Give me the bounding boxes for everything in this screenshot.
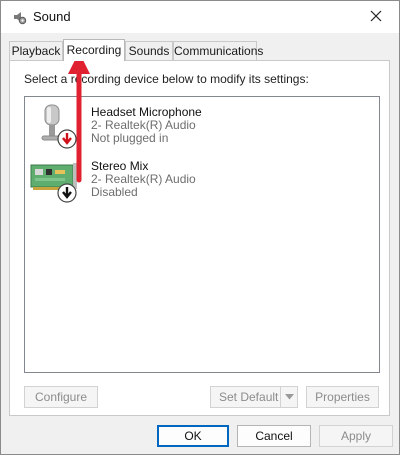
tab-recording[interactable]: Recording — [63, 39, 125, 61]
sound-dialog: Sound Playback Recording Sounds Communic… — [0, 0, 400, 455]
red-down-arrow-badge-icon — [57, 129, 77, 149]
tab-communications[interactable]: Communications — [173, 41, 263, 60]
ok-button[interactable]: OK — [157, 425, 229, 447]
cancel-button[interactable]: Cancel — [237, 425, 311, 447]
speaker-gear-icon — [11, 9, 27, 25]
device-name: Stereo Mix — [91, 159, 149, 173]
recording-panel: Select a recording device below to modif… — [9, 60, 390, 416]
device-status: Not plugged in — [91, 131, 169, 145]
device-driver: 2- Realtek(R) Audio — [91, 172, 196, 186]
configure-button[interactable]: Configure — [24, 386, 98, 408]
close-icon — [370, 10, 382, 25]
recording-device-list[interactable]: Headset Microphone 2- Realtek(R) Audio N… — [24, 96, 380, 373]
device-status: Disabled — [91, 185, 138, 199]
tab-playback[interactable]: Playback — [9, 41, 63, 60]
list-item-headset-microphone[interactable]: Headset Microphone 2- Realtek(R) Audio N… — [29, 103, 369, 151]
set-default-split-button[interactable]: Set Default — [210, 386, 298, 408]
device-driver: 2- Realtek(R) Audio — [91, 118, 196, 132]
window-title: Sound — [33, 9, 71, 24]
apply-button[interactable]: Apply — [319, 425, 393, 447]
black-down-arrow-badge-icon — [57, 183, 77, 203]
chevron-down-icon[interactable] — [280, 387, 297, 407]
device-name: Headset Microphone — [91, 105, 202, 119]
set-default-label: Set Default — [219, 390, 279, 404]
instruction-text: Select a recording device below to modif… — [24, 72, 309, 86]
list-item-stereo-mix[interactable]: Stereo Mix 2- Realtek(R) Audio Disabled — [29, 157, 369, 205]
properties-button[interactable]: Properties — [306, 386, 379, 408]
tab-sounds[interactable]: Sounds — [125, 41, 173, 60]
close-button[interactable] — [353, 1, 399, 33]
title-bar[interactable]: Sound — [1, 1, 399, 33]
